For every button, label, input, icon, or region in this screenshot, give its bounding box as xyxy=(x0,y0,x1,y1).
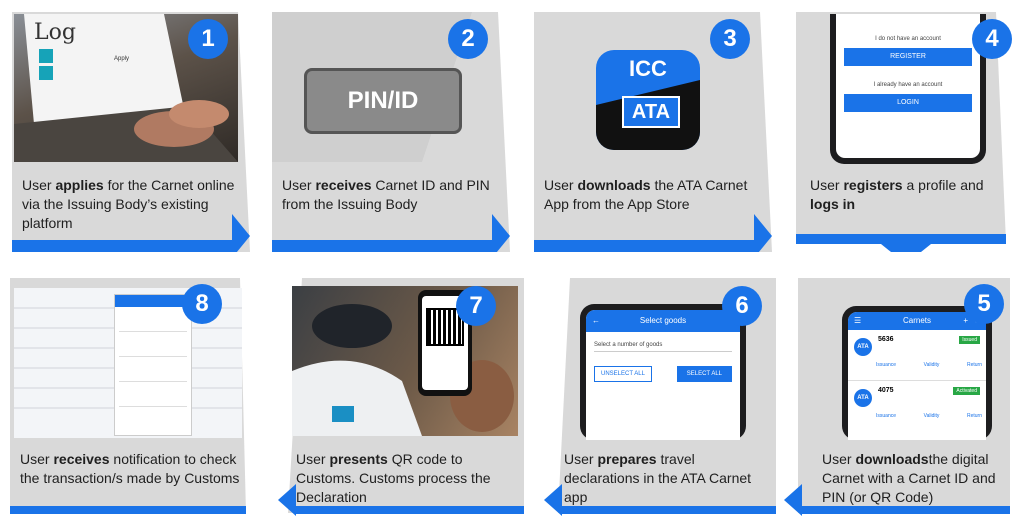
step-number-badge: 3 xyxy=(710,19,750,59)
step-card-2: PIN/ID 2 User receives Carnet ID and PIN… xyxy=(272,12,510,252)
step-card-5: ☰ Carnets + ⟳ ATA 5636 Issued IssuanceVa… xyxy=(780,278,1010,518)
step-card-7: 7 User presents QR code to Customs. Cust… xyxy=(278,278,524,518)
have-account-text: I already have an account xyxy=(873,82,943,88)
step-number-badge: 1 xyxy=(188,19,228,59)
ata-app-icon: ICC ATA xyxy=(596,50,700,150)
carnet-item[interactable]: ATA 5636 Issued Issuance Validity Return xyxy=(848,330,986,381)
carnet-item[interactable]: ATA 4075 Activated Issuance Validity Retur… xyxy=(848,381,986,431)
step-caption: User registers a profile and logs in xyxy=(810,177,984,212)
notification-phone xyxy=(114,294,192,436)
step-card-1: Log Apply 1 User applies for the Carnet … xyxy=(12,12,250,252)
carnet-actions: Issuance Validity Return xyxy=(876,362,982,368)
step-number-badge: 2 xyxy=(448,19,488,59)
select-goods-header: ← Select goods xyxy=(586,310,740,332)
ata-text: ATA xyxy=(622,96,680,128)
step-number-badge: 7 xyxy=(456,286,496,326)
carnet-id: 5636 xyxy=(878,336,894,343)
logo-text: Log xyxy=(34,20,76,45)
step-caption: User downloadsthe digital Carnet with a … xyxy=(822,451,996,505)
no-account-text: I do not have an account xyxy=(875,36,941,42)
status-badge: Activated xyxy=(953,387,980,395)
step-caption: User downloads the ATA Carnet App from t… xyxy=(544,177,748,212)
step-caption: User receives Carnet ID and PIN from the… xyxy=(282,177,490,212)
step-number-badge: 8 xyxy=(182,284,222,324)
step-caption: User presents QR code to Customs. Custom… xyxy=(296,451,491,505)
carnet-actions: Issuance Validity Return xyxy=(876,413,982,419)
status-badge: Issued xyxy=(959,336,980,344)
step-card-4: I do not have an account REGISTER I alre… xyxy=(796,12,1012,252)
carnet-id: 4075 xyxy=(878,387,894,394)
qr-code-icon xyxy=(426,308,464,346)
phone-mockup: ☰ Carnets + ⟳ ATA 5636 Issued IssuanceVa… xyxy=(842,306,992,440)
unselect-all-button[interactable]: UNSELECT ALL xyxy=(594,366,652,382)
step-number-badge: 6 xyxy=(722,286,762,326)
login-button[interactable]: LOGIN xyxy=(844,94,972,112)
step-caption: User applies for the Carnet online via t… xyxy=(22,177,235,231)
step-card-6: ← Select goods Select a number of goods … xyxy=(540,278,776,518)
pin-id-badge: PIN/ID xyxy=(304,68,462,134)
select-all-button[interactable]: SELECT ALL xyxy=(676,366,732,382)
step-card-8: 8 User receives notification to check th… xyxy=(10,278,256,518)
back-arrow-icon[interactable]: ← xyxy=(592,310,600,332)
phone-mockup: I do not have an account REGISTER I alre… xyxy=(830,14,986,164)
step-number-badge: 5 xyxy=(964,284,1004,324)
phone-mockup: ← Select goods Select a number of goods … xyxy=(580,304,746,440)
icc-text: ICC xyxy=(629,56,667,81)
step-card-3: ICC ATA 3 User downloads the ATA Carnet … xyxy=(534,12,772,252)
menu-icon[interactable]: ☰ xyxy=(854,312,861,330)
step-caption: User receives notification to check the … xyxy=(20,451,240,486)
select-prompt: Select a number of goods xyxy=(594,342,732,352)
ata-mini-logo: ATA xyxy=(854,389,872,407)
step-caption: User prepares travel declarations in the… xyxy=(564,451,752,505)
ata-mini-logo: ATA xyxy=(854,338,872,356)
register-button[interactable]: REGISTER xyxy=(844,48,972,66)
apply-link[interactable]: Apply xyxy=(114,56,129,62)
step-number-badge: 4 xyxy=(972,19,1012,59)
carnets-header: ☰ Carnets + ⟳ xyxy=(848,312,986,330)
